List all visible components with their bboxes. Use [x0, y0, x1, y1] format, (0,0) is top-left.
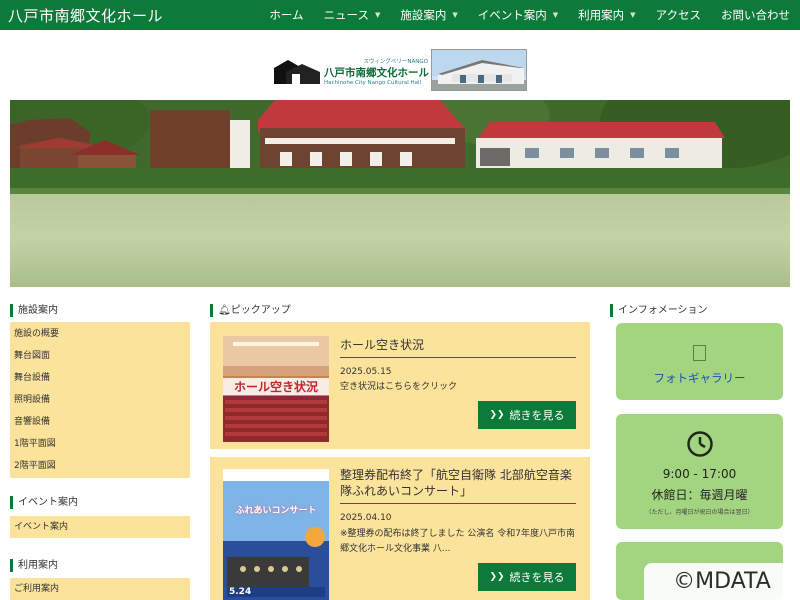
- photo-gallery-link[interactable]: フォトギャラリー: [616, 370, 783, 386]
- info-heading-text: インフォメーション: [618, 305, 708, 316]
- logo-subtitle: スウィングベリーNANGO: [363, 58, 428, 65]
- event-heading-text: イベント案内: [18, 497, 78, 508]
- facility-heading: 施設案内: [10, 304, 58, 317]
- hall-logo-icon: [274, 60, 320, 84]
- pickup-date-1: 2025.05.15: [340, 367, 392, 377]
- opening-hours: 9:00 - 17:00: [662, 467, 737, 481]
- nav-contact[interactable]: お問い合わせ: [711, 7, 800, 23]
- chevron-down-icon: ▼: [552, 11, 559, 19]
- pickup-date-2: 2025.04.10: [340, 513, 392, 523]
- sidebar-item-floor-2[interactable]: 2階平面図: [10, 455, 190, 477]
- copyright-watermark: ©MDATA: [644, 563, 800, 600]
- image-icon: [693, 345, 706, 361]
- clock-icon: [687, 431, 713, 457]
- nav-event-label: イベント案内: [477, 8, 547, 22]
- event-links: イベント案内: [10, 516, 190, 538]
- double-chevron-right-icon: ❯❯: [489, 572, 505, 582]
- sidebar-item-stage-drawing[interactable]: 舞台図面: [10, 345, 190, 367]
- chevron-down-icon: ▼: [375, 11, 381, 19]
- sidebar-item-sound[interactable]: 音響設備: [10, 411, 190, 433]
- read-more-button-1[interactable]: ❯❯ 続きを見る: [478, 401, 576, 429]
- sidebar-item-event[interactable]: イベント案内: [10, 516, 190, 538]
- sidebar-item-overview[interactable]: 施設の概要: [10, 323, 190, 345]
- pickup-thumb-2[interactable]: ふれあいコンサート 5.24: [223, 469, 329, 600]
- nav-contact-label: お問い合わせ: [721, 8, 790, 22]
- thumb-date-2: 5.24: [229, 587, 252, 597]
- nav-home[interactable]: ホーム: [259, 7, 313, 23]
- read-more-button-2[interactable]: ❯❯ 続きを見る: [478, 563, 576, 591]
- pickup-title-1[interactable]: ホール空き状況: [340, 337, 576, 353]
- nav-facility[interactable]: 施設案内 ▼: [390, 7, 467, 23]
- pickup-desc-1: 空き状況はこちらをクリック: [340, 382, 458, 392]
- pickup-title-2[interactable]: 整理券配布終了「航空自衛隊 北部航空音楽隊ふれあいコンサート」: [340, 467, 576, 499]
- nav-access[interactable]: アクセス: [646, 7, 711, 23]
- nav-home-label: ホーム: [269, 8, 304, 22]
- thumb-caption-2: ふれあいコンサート: [235, 506, 317, 516]
- usage-heading-text: 利用案内: [18, 560, 58, 571]
- main-nav: ホーム ニュース ▼ 施設案内 ▼ イベント案内 ▼ 利用案内 ▼ アクセス お問い合わ…: [259, 0, 800, 30]
- pickup-heading: 🔔︎ピックアップ: [210, 304, 291, 317]
- sidebar-item-lighting[interactable]: 照明設備: [10, 389, 190, 411]
- logo-name: 八戸市南郷文化ホール: [324, 66, 429, 79]
- pickup-thumb-1[interactable]: ホール空き状況: [223, 336, 329, 442]
- pickup-heading-text: ピックアップ: [230, 305, 291, 316]
- facility-heading-text: 施設案内: [18, 305, 58, 316]
- top-navbar: 八戸市南郷文化ホール ホーム ニュース ▼ 施設案内 ▼ イベント案内 ▼ 利用案内 ▼…: [0, 0, 800, 30]
- hero-photo: [10, 100, 790, 287]
- double-chevron-right-icon: ❯❯: [489, 410, 505, 420]
- pickup-card-2[interactable]: ふれあいコンサート 5.24 整理券配布終了「航空自衛隊 北部航空音楽隊ふれあい…: [210, 457, 590, 600]
- photo-gallery-card[interactable]: フォトギャラリー: [616, 323, 783, 400]
- pickup-desc-2: ※整理券の配布は終了しました 公演名 令和7年度八戸市南郷文化ホール文化事業 八…: [340, 529, 575, 554]
- bell-icon: 🔔︎: [218, 305, 231, 316]
- thumb-caption-1: ホール空き状況: [223, 378, 329, 395]
- read-more-label-2: 続きを見る: [509, 571, 565, 584]
- chevron-down-icon: ▼: [452, 11, 458, 19]
- info-heading: インフォメーション: [610, 304, 708, 317]
- closed-day: 休館日：毎週月曜: [651, 488, 748, 502]
- nav-facility-label: 施設案内: [400, 8, 447, 22]
- hours-card: 9:00 - 17:00 休館日：毎週月曜 （ただし、月曜日が祝日の場合は翌日）: [616, 414, 783, 529]
- chevron-down-icon: ▼: [630, 11, 636, 19]
- nav-news[interactable]: ニュース ▼: [314, 7, 391, 23]
- usage-heading: 利用案内: [10, 559, 58, 572]
- facility-links: 施設の概要 舞台図面 舞台設備 照明設備 音響設備 1階平面図 2階平面図: [10, 322, 190, 478]
- logo-text: スウィングベリーNANGO 八戸市南郷文化ホール Hachinohe City …: [324, 57, 429, 86]
- site-title[interactable]: 八戸市南郷文化ホール: [0, 5, 163, 26]
- pickup-card-1[interactable]: ホール空き状況 ホール空き状況 2025.05.15 空き状況はこちらをクリック…: [210, 322, 590, 449]
- read-more-label-1: 続きを見る: [509, 409, 565, 422]
- nav-event[interactable]: イベント案内 ▼: [468, 7, 568, 23]
- nav-news-label: ニュース: [323, 8, 369, 22]
- hall-exterior-photo: [431, 49, 527, 91]
- sidebar-item-usage[interactable]: ご利用案内: [10, 578, 190, 600]
- usage-links: ご利用案内: [10, 578, 190, 600]
- closed-day-note: （ただし、月曜日が祝日の場合は翌日）: [645, 509, 754, 516]
- nav-usage-label: 利用案内: [578, 8, 625, 22]
- event-heading: イベント案内: [10, 496, 78, 509]
- site-logo[interactable]: スウィングベリーNANGO 八戸市南郷文化ホール Hachinohe City …: [272, 49, 528, 93]
- logo-english: Hachinohe City Nango Cultural Hall: [324, 79, 422, 86]
- sidebar-item-floor-1[interactable]: 1階平面図: [10, 433, 190, 455]
- pickup-divider-1: [340, 357, 576, 358]
- pickup-divider-2: [340, 503, 576, 504]
- nav-usage[interactable]: 利用案内 ▼: [568, 7, 645, 23]
- nav-access-label: アクセス: [655, 8, 701, 22]
- sidebar-item-stage-equipment[interactable]: 舞台設備: [10, 367, 190, 389]
